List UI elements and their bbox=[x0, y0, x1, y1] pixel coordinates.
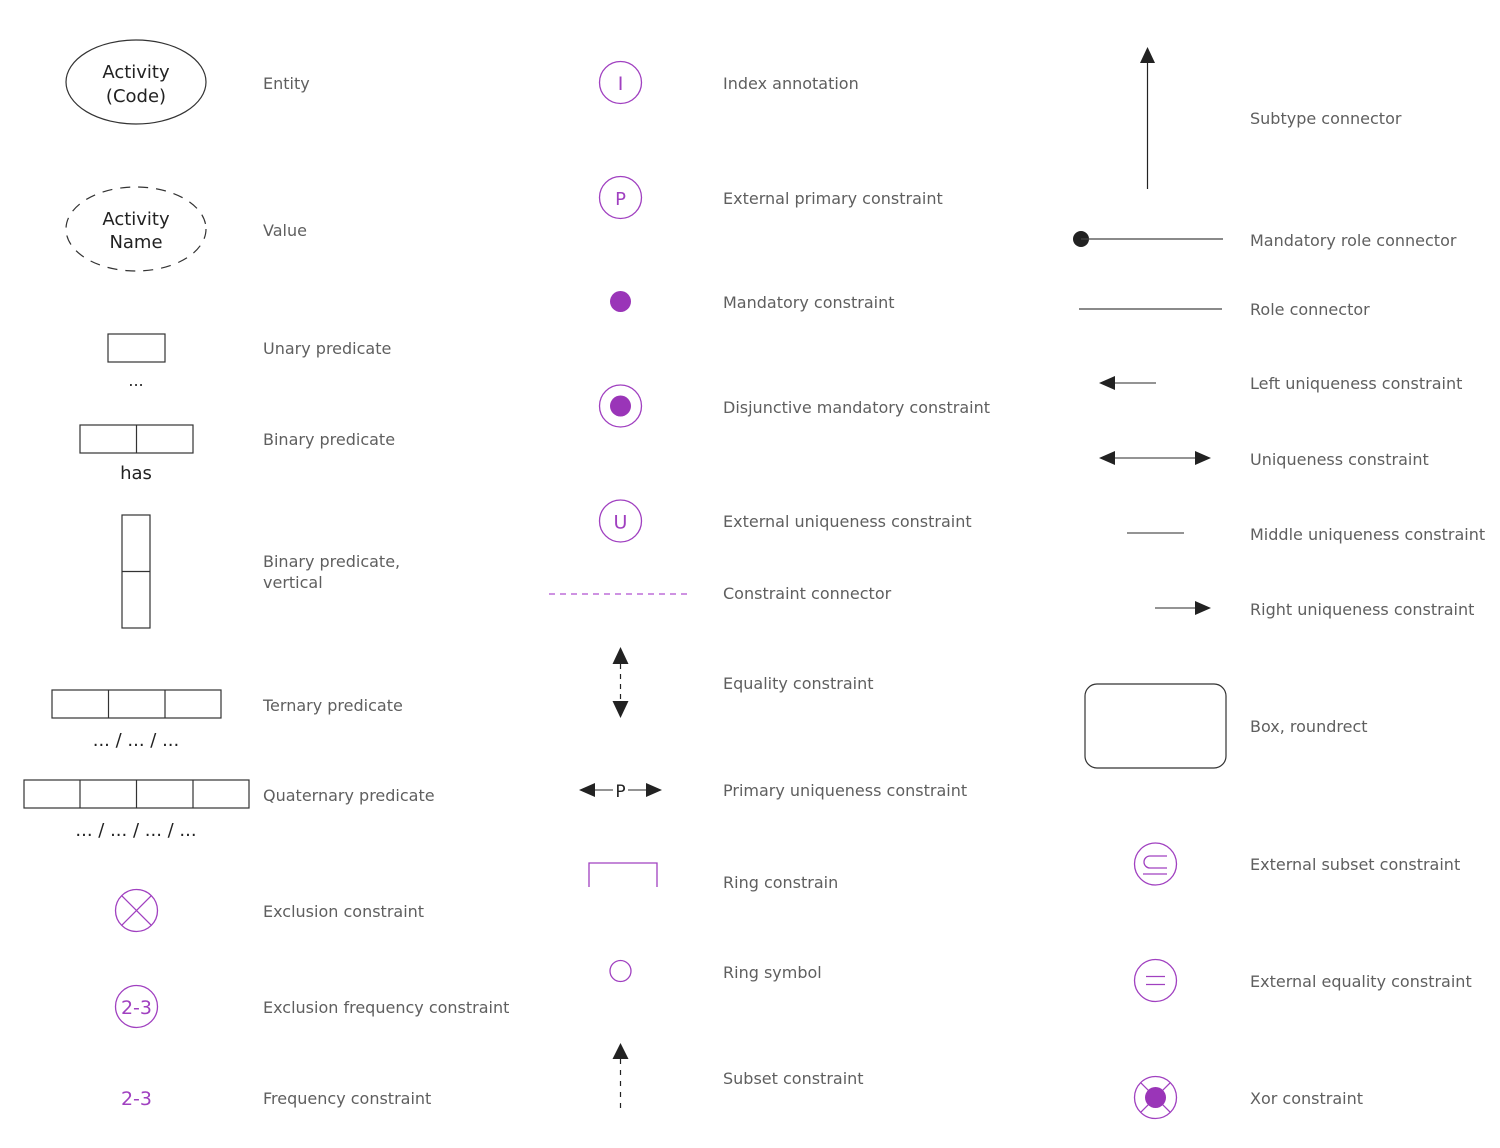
uniqueness-constraint-icon[interactable] bbox=[1099, 451, 1211, 465]
exclusion-frequency-text: 2-3 bbox=[121, 997, 152, 1019]
subtype-connector-label: Subtype connector bbox=[1250, 109, 1402, 128]
ring-constrain-icon[interactable] bbox=[588, 862, 658, 887]
binary-predicate-vertical-label: Binary predicate, vertical bbox=[263, 552, 401, 592]
index-annotation-icon[interactable]: I bbox=[598, 60, 643, 105]
primary-uniqueness-text: P bbox=[615, 782, 625, 802]
entity-label: Entity bbox=[263, 74, 310, 93]
binary-predicate-shape[interactable]: has bbox=[79, 424, 194, 484]
primary-uniqueness-constraint-label: Primary uniqueness constraint bbox=[723, 781, 968, 800]
subtype-connector-icon[interactable] bbox=[1140, 47, 1155, 189]
disjunctive-mandatory-constraint-label: Disjunctive mandatory constraint bbox=[723, 398, 991, 417]
index-annotation-label: Index annotation bbox=[723, 74, 859, 93]
binary-predicate-label: Binary predicate bbox=[263, 430, 396, 449]
ring-symbol-label: Ring symbol bbox=[723, 963, 822, 982]
unary-predicate-shape[interactable]: ... bbox=[107, 333, 166, 390]
box-roundrect-label: Box, roundrect bbox=[1250, 717, 1368, 736]
quaternary-predicate-label: Quaternary predicate bbox=[263, 786, 435, 805]
role-connector-label: Role connector bbox=[1250, 300, 1370, 319]
mandatory-constraint-label: Mandatory constraint bbox=[723, 293, 895, 312]
frequency-constraint-icon[interactable]: 2-3 bbox=[121, 1088, 152, 1110]
subset-constraint-icon[interactable] bbox=[612, 1043, 629, 1113]
value-text-line2: Name bbox=[109, 232, 162, 253]
binary-predicate-caption: has bbox=[120, 463, 152, 484]
disjunctive-mandatory-constraint-icon[interactable] bbox=[598, 384, 643, 428]
ternary-predicate-caption: ... / ... / ... bbox=[93, 730, 180, 751]
index-annotation-text: I bbox=[618, 73, 624, 95]
external-equality-constraint-label: External equality constraint bbox=[1250, 972, 1472, 991]
value-label: Value bbox=[263, 221, 307, 240]
quaternary-predicate-caption: ... / ... / ... / ... bbox=[75, 820, 196, 841]
ring-constrain-label: Ring constrain bbox=[723, 873, 839, 892]
frequency-constraint-label: Frequency constraint bbox=[263, 1089, 432, 1108]
entity-shape[interactable]: Activity (Code) bbox=[65, 39, 207, 125]
right-uniqueness-constraint-icon[interactable] bbox=[1155, 601, 1211, 615]
equality-constraint-label: Equality constraint bbox=[723, 674, 874, 693]
ring-symbol-icon[interactable] bbox=[609, 959, 632, 983]
primary-uniqueness-constraint-icon[interactable]: P bbox=[579, 780, 662, 802]
xor-constraint-icon[interactable] bbox=[1133, 1075, 1178, 1120]
xor-constraint-label: Xor constraint bbox=[1250, 1089, 1363, 1108]
entity-text-line1: Activity bbox=[102, 62, 170, 83]
equality-constraint-icon[interactable] bbox=[612, 647, 629, 718]
unary-predicate-caption: ... bbox=[128, 371, 143, 390]
frequency-text: 2-3 bbox=[121, 1088, 152, 1110]
exclusion-constraint-label: Exclusion constraint bbox=[263, 902, 425, 921]
external-subset-constraint-label: External subset constraint bbox=[1250, 855, 1461, 874]
exclusion-frequency-constraint-label: Exclusion frequency constraint bbox=[263, 998, 510, 1017]
binary-predicate-vertical-shape[interactable] bbox=[121, 514, 151, 629]
box-roundrect-shape[interactable] bbox=[1084, 683, 1227, 769]
external-primary-constraint-icon[interactable]: P bbox=[598, 175, 643, 220]
uniqueness-constraint-label: Uniqueness constraint bbox=[1250, 450, 1429, 469]
external-subset-constraint-icon[interactable] bbox=[1133, 842, 1178, 886]
unary-predicate-label: Unary predicate bbox=[263, 339, 392, 358]
right-uniqueness-constraint-label: Right uniqueness constraint bbox=[1250, 600, 1475, 619]
ternary-predicate-label: Ternary predicate bbox=[263, 696, 403, 715]
entity-text-line2: (Code) bbox=[106, 86, 166, 107]
ternary-predicate-shape[interactable]: ... / ... / ... bbox=[51, 689, 222, 751]
value-text-line1: Activity bbox=[102, 209, 170, 230]
external-uniqueness-constraint-icon[interactable]: U bbox=[598, 499, 643, 543]
left-uniqueness-constraint-icon[interactable] bbox=[1099, 376, 1156, 390]
mandatory-role-connector-label: Mandatory role connector bbox=[1250, 231, 1457, 250]
quaternary-predicate-shape[interactable]: ... / ... / ... / ... bbox=[23, 779, 250, 841]
value-shape[interactable]: Activity Name bbox=[65, 186, 207, 272]
external-equality-constraint-icon[interactable] bbox=[1133, 958, 1178, 1003]
exclusion-constraint-icon[interactable] bbox=[114, 888, 159, 933]
external-primary-constraint-label: External primary constraint bbox=[723, 189, 943, 208]
constraint-connector-label: Constraint connector bbox=[723, 584, 892, 603]
mandatory-role-connector-icon[interactable] bbox=[1073, 231, 1223, 247]
middle-uniqueness-constraint-label: Middle uniqueness constraint bbox=[1250, 525, 1486, 544]
external-uniqueness-constraint-label: External uniqueness constraint bbox=[723, 512, 972, 531]
exclusion-frequency-constraint-icon[interactable]: 2-3 bbox=[114, 984, 159, 1029]
mandatory-constraint-icon[interactable] bbox=[610, 291, 631, 312]
external-primary-text: P bbox=[615, 189, 626, 210]
left-uniqueness-constraint-label: Left uniqueness constraint bbox=[1250, 374, 1463, 393]
subset-constraint-label: Subset constraint bbox=[723, 1069, 864, 1088]
external-uniqueness-text: U bbox=[614, 512, 628, 534]
